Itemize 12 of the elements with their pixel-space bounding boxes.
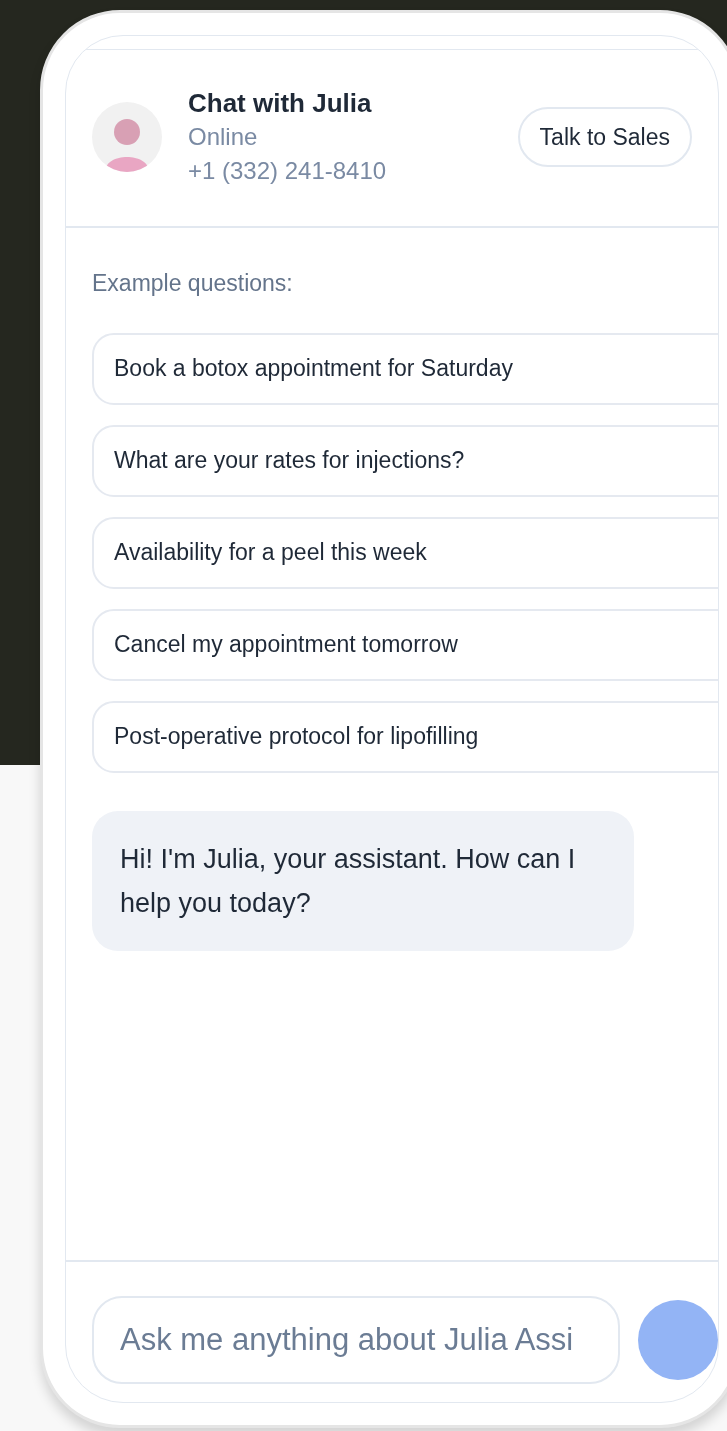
message-bubble: Hi! I'm Julia, your assistant. How can I help you today? xyxy=(92,810,634,951)
example-question-chip[interactable]: Cancel my appointment tomorrow xyxy=(92,608,718,681)
talk-to-sales-button[interactable]: Talk to Sales xyxy=(517,107,692,167)
example-question-chip[interactable]: Availability for a peel this week xyxy=(92,516,718,589)
example-question-chip[interactable]: Book a botox appointment for Saturday xyxy=(92,332,718,405)
examples-heading: Example questions: xyxy=(92,269,294,298)
phone-number: +1 (332) 241-8410 xyxy=(188,156,388,186)
message-input[interactable]: Ask me anything about Julia Assi xyxy=(92,1296,620,1384)
status-text: Online xyxy=(188,122,259,152)
example-question-chip[interactable]: What are your rates for injections? xyxy=(92,424,718,497)
example-question-chip[interactable]: Post-operative protocol for lipofilling xyxy=(92,700,718,773)
chat-title: Chat with Julia xyxy=(188,87,373,120)
